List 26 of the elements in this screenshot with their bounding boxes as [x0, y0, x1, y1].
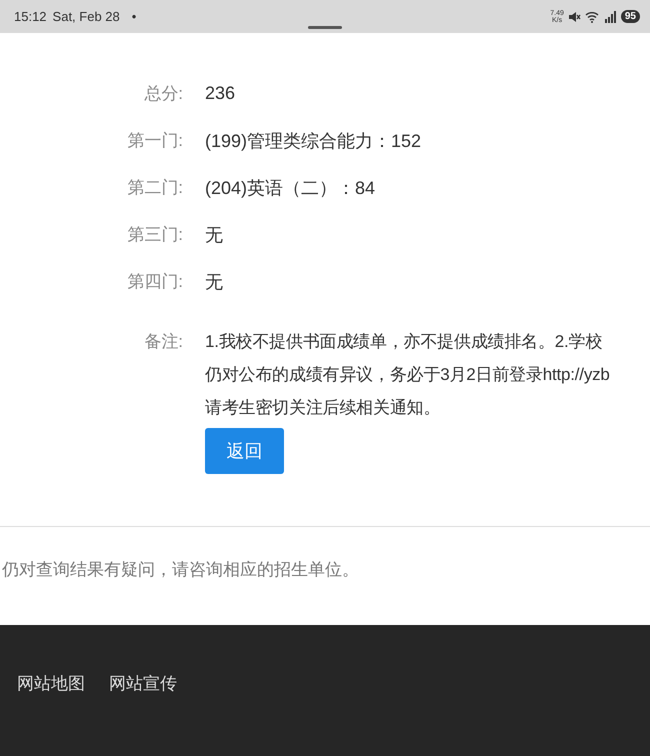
- remark-text: 仍对公布的成绩有异议，务必于3月2日前登录http://yzb: [205, 364, 610, 386]
- notice-text: 仍对查询结果有疑问，请咨询相应的招生单位。: [2, 559, 360, 581]
- notification-dot: •: [132, 9, 136, 24]
- field-label: 总分:: [143, 83, 183, 105]
- wifi-icon: [584, 10, 599, 22]
- back-button[interactable]: 返回: [205, 428, 284, 474]
- clock-time: 15:12: [14, 9, 47, 24]
- field-label: 第二门:: [126, 177, 183, 199]
- footer-link[interactable]: 网站宣传: [109, 672, 177, 695]
- field-value: (204)英语（二）：84: [205, 176, 376, 200]
- field-label: 第三门:: [126, 224, 183, 246]
- battery-level: 95: [620, 10, 640, 23]
- field-value: (199)管理类综合能力：152: [205, 130, 422, 152]
- drag-handle[interactable]: [308, 26, 342, 29]
- footer-link[interactable]: 网站地图: [17, 672, 85, 695]
- field-label: 备注:: [143, 331, 183, 353]
- field-value: 无: [205, 270, 223, 294]
- mute-icon: [568, 10, 581, 22]
- signal-icon: [602, 10, 617, 22]
- remark-text: 1.我校不提供书面成绩单，亦不提供成绩排名。2.学校: [205, 331, 604, 353]
- field-label: 第一门:: [126, 130, 183, 152]
- remark-text: 请考生密切关注后续相关通知。: [205, 397, 442, 419]
- field-label: 第四门:: [126, 271, 183, 293]
- field-value: 236: [205, 83, 236, 104]
- date-text: Sat, Feb 28: [52, 9, 120, 24]
- field-value: 无: [205, 224, 223, 246]
